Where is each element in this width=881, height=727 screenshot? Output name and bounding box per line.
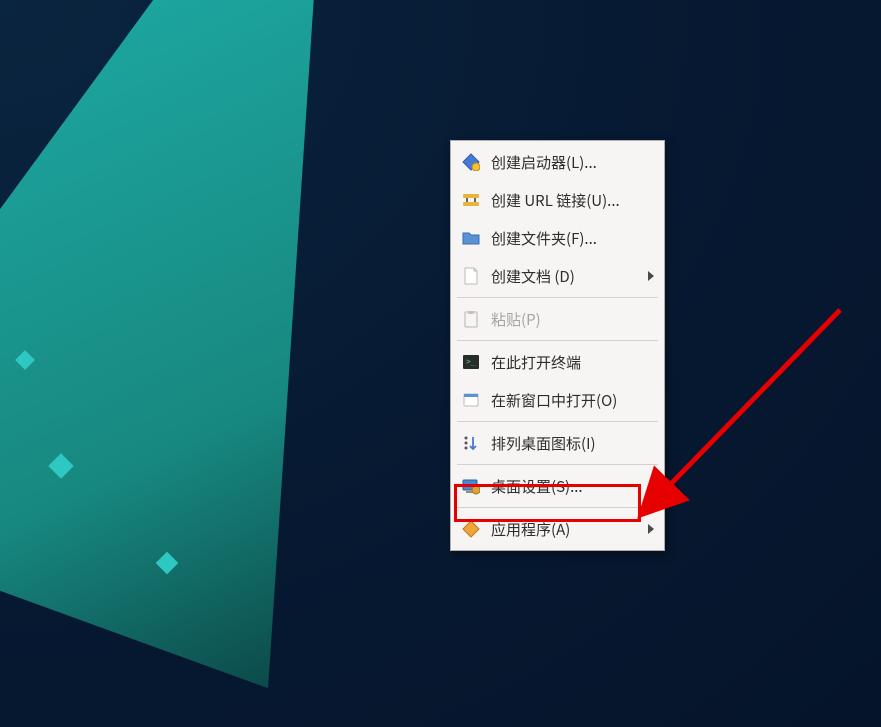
menu-applications[interactable]: 应用程序(A) <box>453 510 662 548</box>
applications-icon <box>461 519 481 539</box>
menu-arrange-icons[interactable]: 排列桌面图标(I) <box>453 424 662 462</box>
menu-separator <box>457 464 658 465</box>
submenu-arrow-icon <box>648 524 654 534</box>
menu-separator <box>457 507 658 508</box>
menu-label: 排列桌面图标(I) <box>491 433 654 454</box>
folder-icon <box>461 228 481 248</box>
menu-label: 创建启动器(L)... <box>491 152 654 173</box>
submenu-arrow-icon <box>648 271 654 281</box>
menu-label: 应用程序(A) <box>491 519 640 540</box>
menu-open-terminal[interactable]: >_ 在此打开终端 <box>453 343 662 381</box>
menu-label: 桌面设置(S)... <box>491 476 654 497</box>
url-link-icon <box>461 190 481 210</box>
menu-label: 在此打开终端 <box>491 352 654 373</box>
menu-create-url[interactable]: 创建 URL 链接(U)... <box>453 181 662 219</box>
clipboard-icon <box>461 309 481 329</box>
document-icon <box>461 266 481 286</box>
desktop-context-menu: 创建启动器(L)... 创建 URL 链接(U)... 创建文件夹(F)... … <box>450 140 665 551</box>
menu-paste: 粘贴(P) <box>453 300 662 338</box>
svg-text:>_: >_ <box>466 357 476 366</box>
desktop-settings-icon <box>461 476 481 496</box>
menu-label: 创建文件夹(F)... <box>491 228 654 249</box>
arrange-icon <box>461 433 481 453</box>
menu-create-folder[interactable]: 创建文件夹(F)... <box>453 219 662 257</box>
menu-label: 创建文档 (D) <box>491 266 640 287</box>
menu-desktop-settings[interactable]: 桌面设置(S)... <box>453 467 662 505</box>
menu-label: 粘贴(P) <box>491 309 654 330</box>
diamond-new-icon <box>461 152 481 172</box>
wallpaper-beam <box>0 0 501 688</box>
menu-label: 在新窗口中打开(O) <box>491 390 654 411</box>
menu-open-new-window[interactable]: 在新窗口中打开(O) <box>453 381 662 419</box>
menu-label: 创建 URL 链接(U)... <box>491 190 654 211</box>
menu-create-document[interactable]: 创建文档 (D) <box>453 257 662 295</box>
menu-separator <box>457 421 658 422</box>
terminal-icon: >_ <box>461 352 481 372</box>
menu-create-launcher[interactable]: 创建启动器(L)... <box>453 143 662 181</box>
file-manager-icon <box>461 390 481 410</box>
menu-separator <box>457 297 658 298</box>
menu-separator <box>457 340 658 341</box>
